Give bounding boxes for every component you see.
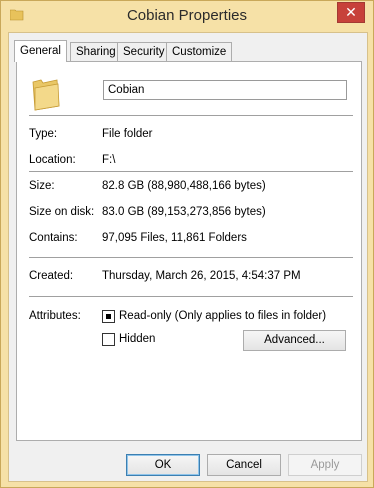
general-tab-panel: Type: File folder Location: F:\ Size: 82…: [16, 61, 362, 441]
tab-security[interactable]: Security: [117, 42, 171, 61]
close-button[interactable]: ✕: [337, 2, 365, 23]
attributes-label: Attributes:: [29, 310, 81, 322]
hidden-checkbox[interactable]: [102, 333, 115, 346]
location-value: F:\: [102, 154, 116, 166]
readonly-checkbox[interactable]: [102, 310, 115, 323]
size-label: Size:: [29, 180, 55, 192]
contains-value: 97,095 Files, 11,861 Folders: [102, 232, 247, 244]
close-icon: ✕: [345, 4, 357, 20]
size-value: 82.8 GB (88,980,488,166 bytes): [102, 180, 266, 192]
readonly-label: Read-only (Only applies to files in fold…: [119, 310, 327, 322]
hidden-label: Hidden: [119, 333, 156, 345]
separator: [29, 171, 353, 172]
separator: [29, 296, 353, 297]
tab-customize[interactable]: Customize: [166, 42, 233, 61]
separator: [29, 257, 353, 258]
ok-button[interactable]: OK: [126, 454, 200, 476]
properties-window: Cobian Properties ✕ General Sharing Secu…: [0, 0, 374, 488]
advanced-button[interactable]: Advanced...: [243, 330, 346, 351]
created-label: Created:: [29, 270, 74, 282]
size-on-disk-label: Size on disk:: [29, 206, 95, 218]
contains-label: Contains:: [29, 232, 78, 244]
size-on-disk-value: 83.0 GB (89,153,273,856 bytes): [102, 206, 266, 218]
apply-button[interactable]: Apply: [288, 454, 362, 476]
folder-icon: [32, 79, 60, 111]
tab-sharing[interactable]: Sharing: [70, 42, 122, 61]
location-label: Location:: [29, 154, 76, 166]
window-title: Cobian Properties: [126, 7, 248, 24]
title-bar[interactable]: Cobian Properties ✕: [1, 1, 373, 32]
type-value: File folder: [102, 128, 153, 140]
tab-general[interactable]: General: [14, 40, 67, 62]
dialog-client: General Sharing Security Customize Type:…: [8, 32, 368, 482]
separator: [29, 115, 353, 116]
created-value: Thursday, March 26, 2015, 4:54:37 PM: [102, 270, 301, 282]
type-label: Type:: [29, 128, 58, 140]
indeterminate-mark: [106, 314, 111, 319]
folder-name-field[interactable]: [103, 80, 347, 100]
cancel-button[interactable]: Cancel: [207, 454, 281, 476]
